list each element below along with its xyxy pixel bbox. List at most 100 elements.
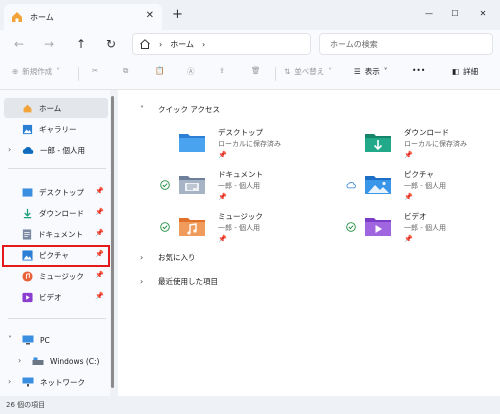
qa-item-documents[interactable]: ドキュメント 一郎 - 個人用 📌 bbox=[160, 168, 328, 206]
plus-circle-icon: ⊕ bbox=[12, 67, 19, 76]
breadcrumb-separator-1: › bbox=[159, 39, 163, 49]
new-tab-button[interactable]: + bbox=[172, 7, 183, 22]
new-button[interactable]: ⊕ 新規作成 ˅ bbox=[12, 66, 60, 77]
gallery-icon bbox=[22, 124, 33, 134]
sidebar-divider bbox=[8, 168, 106, 169]
home-icon bbox=[12, 12, 22, 22]
sidebar-item-downloads[interactable]: ダウンロード 📌 bbox=[4, 203, 108, 223]
sidebar-item-pc[interactable]: ˅ PC bbox=[4, 330, 108, 350]
sidebar-label: PC bbox=[40, 335, 50, 345]
chevron-down-icon: ˅ bbox=[328, 67, 333, 76]
sidebar-item-desktop[interactable]: デスクトップ 📌 bbox=[4, 182, 108, 202]
chevron-right-icon[interactable]: › bbox=[8, 145, 11, 154]
sort-label: 並べ替え bbox=[294, 67, 325, 76]
sidebar-item-documents[interactable]: ドキュメント 📌 bbox=[4, 224, 108, 244]
sidebar-scrollbar[interactable] bbox=[111, 96, 114, 388]
favorites-header[interactable]: › お気に入り bbox=[140, 252, 196, 263]
chevron-down-icon[interactable]: ˅ bbox=[8, 335, 12, 344]
sidebar-label: ドキュメント bbox=[38, 229, 83, 239]
back-arrow-icon[interactable]: ← bbox=[10, 35, 28, 53]
sidebar-item-network[interactable]: › ネットワーク bbox=[4, 372, 108, 392]
videos-folder-icon bbox=[365, 218, 391, 236]
pin-icon: 📌 bbox=[404, 193, 413, 201]
pin-icon: 📌 bbox=[404, 235, 413, 243]
item-sub: 一郎 - 個人用 bbox=[404, 224, 446, 232]
desktop-icon bbox=[22, 187, 33, 197]
share-icon[interactable]: ⇪ bbox=[219, 66, 225, 75]
chevron-down-icon: ˅ bbox=[140, 105, 144, 114]
sidebar-item-gallery[interactable]: ギャラリー bbox=[4, 119, 108, 139]
delete-icon[interactable]: 🗑 bbox=[251, 66, 261, 75]
refresh-icon[interactable]: ↻ bbox=[102, 35, 120, 53]
up-arrow-icon[interactable]: ↑ bbox=[72, 35, 90, 53]
status-bar: 26 個の項目 bbox=[0, 396, 500, 414]
desktop-folder-icon bbox=[179, 134, 205, 152]
sidebar-item-music[interactable]: ミュージック 📌 bbox=[4, 266, 108, 286]
maximize-button[interactable]: ☐ bbox=[444, 4, 466, 22]
document-icon bbox=[22, 228, 32, 240]
chevron-down-icon: ˅ bbox=[56, 67, 61, 76]
chevron-right-icon: › bbox=[140, 253, 144, 262]
close-button[interactable]: ✕ bbox=[472, 4, 494, 22]
paste-icon[interactable]: 📋 bbox=[155, 66, 164, 75]
search-input[interactable]: ホームの検索 bbox=[319, 33, 493, 55]
video-icon bbox=[22, 292, 33, 302]
cloud-icon bbox=[22, 146, 34, 154]
qa-item-music[interactable]: ミュージック 一郎 - 個人用 📌 bbox=[160, 210, 328, 248]
copy-icon[interactable]: ⧉ bbox=[123, 66, 128, 76]
pin-icon: 📌 bbox=[404, 151, 413, 159]
synced-check-icon bbox=[346, 222, 356, 232]
home-icon bbox=[23, 104, 32, 112]
rename-icon[interactable]: Ⓐ bbox=[187, 66, 195, 77]
qa-item-videos[interactable]: ビデオ 一郎 - 個人用 📌 bbox=[346, 210, 500, 248]
more-options-button[interactable]: ••• bbox=[412, 66, 425, 75]
section-title: お気に入り bbox=[158, 253, 196, 262]
sidebar-label: ダウンロード bbox=[39, 208, 84, 218]
section-title: 最近使用した項目 bbox=[158, 277, 218, 286]
section-title: クイック アクセス bbox=[158, 105, 221, 114]
tab-home[interactable]: ホーム ✕ bbox=[4, 4, 162, 30]
qa-item-downloads[interactable]: ダウンロード ローカルに保存済み 📌 bbox=[364, 126, 500, 164]
quick-access-header[interactable]: ˅ クイック アクセス bbox=[140, 104, 220, 115]
sidebar-divider bbox=[8, 318, 106, 319]
chevron-right-icon[interactable]: › bbox=[18, 356, 21, 365]
drive-icon bbox=[32, 357, 44, 365]
sidebar-item-onedrive[interactable]: › 一郎 - 個人用 bbox=[4, 140, 108, 160]
minimize-button[interactable]: — bbox=[418, 4, 440, 22]
cut-icon[interactable]: ✂ bbox=[92, 66, 98, 75]
chevron-right-icon[interactable]: › bbox=[8, 377, 11, 386]
new-label: 新規作成 bbox=[22, 67, 53, 76]
item-sub: 一郎 - 個人用 bbox=[218, 182, 260, 190]
chevron-down-icon: ˅ bbox=[383, 67, 388, 76]
tab-close-button[interactable]: ✕ bbox=[146, 10, 154, 21]
pin-icon: 📌 bbox=[218, 193, 227, 201]
computer-icon bbox=[22, 335, 34, 345]
sort-button[interactable]: ⇅ 並べ替え ˅ bbox=[284, 66, 332, 77]
title-bar: ホーム ✕ + — ☐ ✕ bbox=[0, 0, 500, 30]
view-button[interactable]: ☰ 表示 ˅ bbox=[354, 66, 387, 77]
item-name: ピクチャ bbox=[404, 170, 434, 179]
sidebar-label: デスクトップ bbox=[39, 187, 84, 197]
sidebar-item-videos[interactable]: ビデオ 📌 bbox=[4, 287, 108, 307]
pin-icon: 📌 bbox=[218, 151, 227, 159]
breadcrumb-separator-2[interactable]: › bbox=[202, 40, 205, 49]
sidebar-item-home[interactable]: ホーム bbox=[4, 98, 108, 118]
sidebar-item-drive-c[interactable]: › Windows (C:) bbox=[14, 351, 108, 371]
documents-folder-icon bbox=[179, 176, 205, 194]
recent-header[interactable]: › 最近使用した項目 bbox=[140, 276, 218, 287]
address-field[interactable]: › ホーム › bbox=[132, 33, 311, 55]
item-sub: ローカルに保存済み bbox=[218, 140, 281, 148]
search-placeholder: ホームの検索 bbox=[330, 39, 378, 49]
forward-arrow-icon[interactable]: → bbox=[40, 35, 58, 53]
item-sub: 一郎 - 個人用 bbox=[218, 224, 260, 232]
item-count: 26 個の項目 bbox=[6, 401, 46, 409]
breadcrumb-home[interactable]: ホーム bbox=[170, 39, 194, 50]
qa-item-pictures[interactable]: ピクチャ 一郎 - 個人用 📌 bbox=[346, 168, 500, 206]
details-button[interactable]: ◧ 詳細 bbox=[452, 66, 478, 77]
downloads-folder-icon bbox=[365, 134, 391, 152]
pin-icon: 📌 bbox=[218, 235, 227, 243]
qa-item-desktop[interactable]: デスクトップ ローカルに保存済み 📌 bbox=[178, 126, 328, 164]
pin-icon: 📌 bbox=[95, 271, 104, 279]
pin-icon: 📌 bbox=[95, 292, 104, 300]
command-bar: ⊕ 新規作成 ˅ ✂ ⧉ 📋 Ⓐ ⇪ 🗑 ⇅ 並べ替え ˅ ☰ 表示 ˅ •••… bbox=[0, 58, 500, 90]
